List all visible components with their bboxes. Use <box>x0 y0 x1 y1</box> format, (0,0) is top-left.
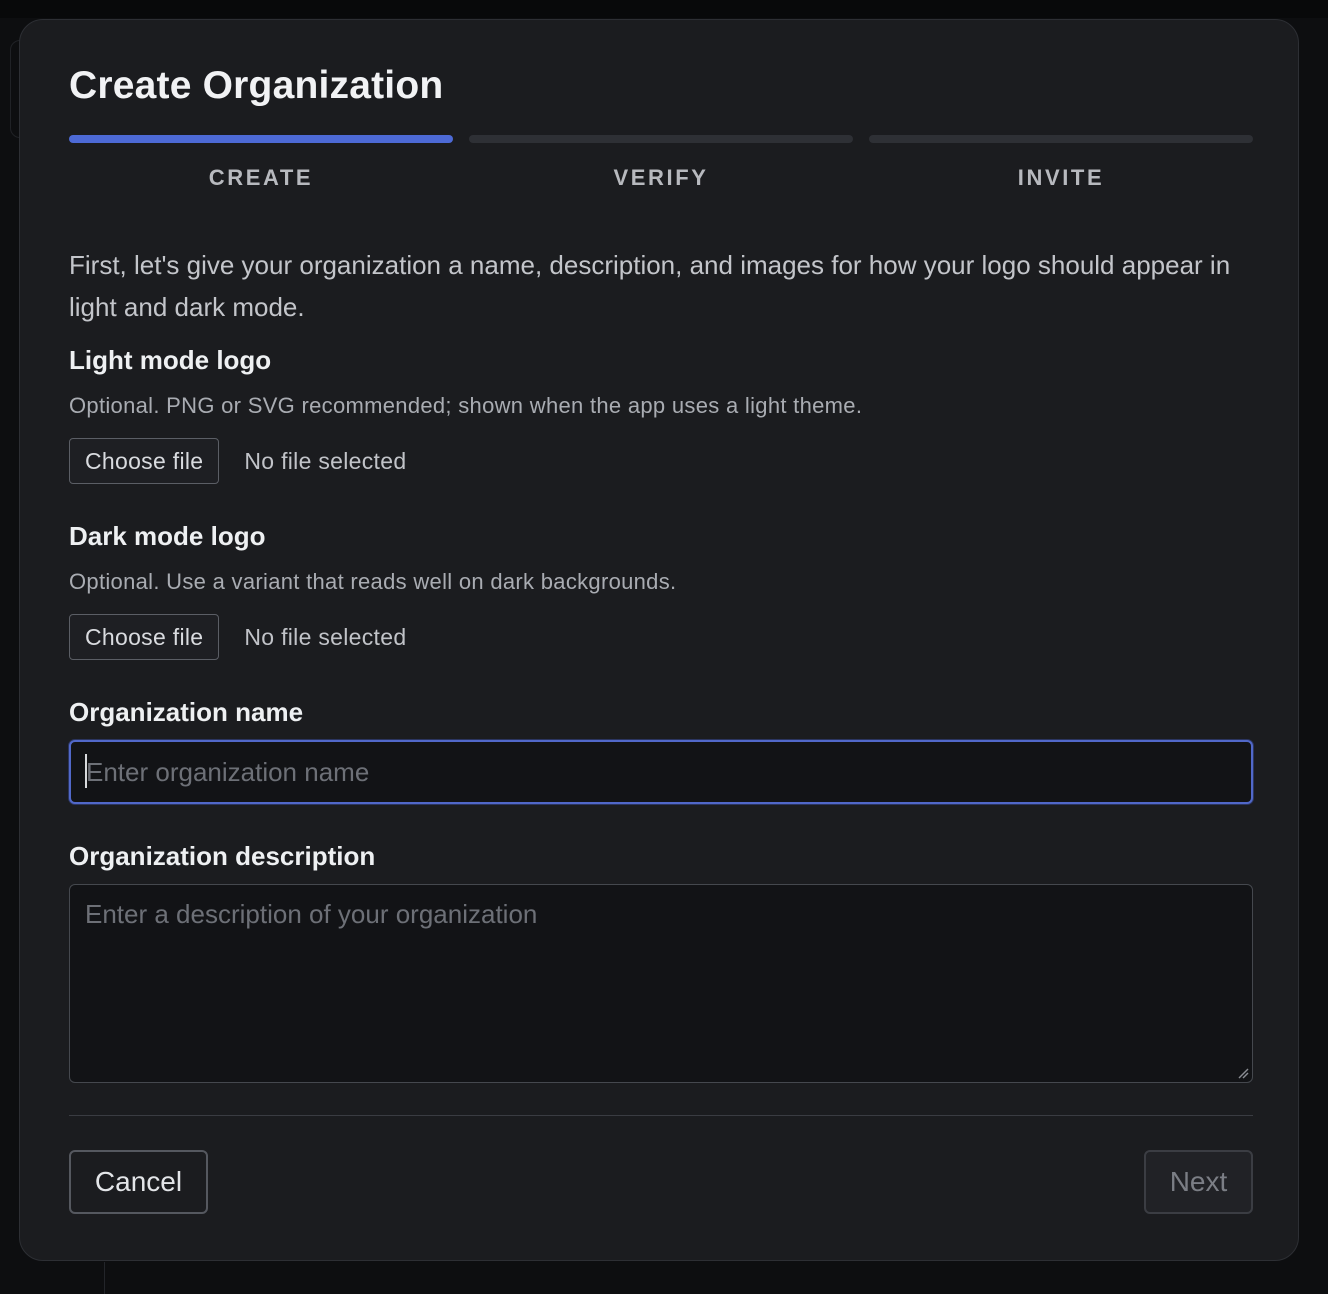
dark-logo-hint: Optional. Use a variant that reads well … <box>69 569 677 594</box>
step-create: CREATE <box>69 135 453 191</box>
organization-name-label: Organization name <box>69 697 304 727</box>
stepper: CREATE VERIFY INVITE <box>69 135 1253 195</box>
dialog-intro-text: First, let's give your organization a na… <box>69 250 1231 322</box>
next-button[interactable]: Next <box>1144 1150 1253 1214</box>
light-logo-file-status: No file selected <box>244 447 407 474</box>
backdrop-divider <box>104 1262 105 1294</box>
dark-logo-label: Dark mode logo <box>69 521 266 551</box>
organization-description-label: Organization description <box>69 841 376 871</box>
light-logo-file-input: Choose file No file selected <box>69 437 406 485</box>
light-logo-hint: Optional. PNG or SVG recommended; shown … <box>69 393 863 418</box>
dark-logo-choose-file-button[interactable]: Choose file <box>69 614 220 660</box>
step-invite-progress-bar <box>869 135 1253 143</box>
step-verify: VERIFY <box>469 135 853 191</box>
text-caret <box>85 754 87 788</box>
dark-logo-file-input: Choose file No file selected <box>69 613 406 661</box>
light-logo-label: Light mode logo <box>69 345 272 375</box>
cancel-button[interactable]: Cancel <box>69 1150 208 1214</box>
step-invite: INVITE <box>869 135 1253 191</box>
dark-logo-file-status: No file selected <box>244 623 407 650</box>
create-organization-dialog: Create Organization CREATE VERIFY INVITE… <box>19 19 1299 1261</box>
footer-divider <box>69 1115 1253 1116</box>
step-verify-label: VERIFY <box>613 165 709 190</box>
organization-name-input[interactable] <box>69 740 1253 804</box>
step-verify-progress-bar <box>469 135 853 143</box>
step-invite-label: INVITE <box>1017 165 1105 190</box>
backdrop-top-bar <box>0 0 1328 18</box>
organization-description-textarea[interactable] <box>69 884 1253 1083</box>
step-create-label: CREATE <box>208 165 314 190</box>
light-logo-choose-file-button[interactable]: Choose file <box>69 438 220 484</box>
resize-handle-icon[interactable] <box>1237 1067 1249 1079</box>
step-create-progress-bar <box>69 135 453 143</box>
dialog-title: Create Organization <box>69 64 444 107</box>
